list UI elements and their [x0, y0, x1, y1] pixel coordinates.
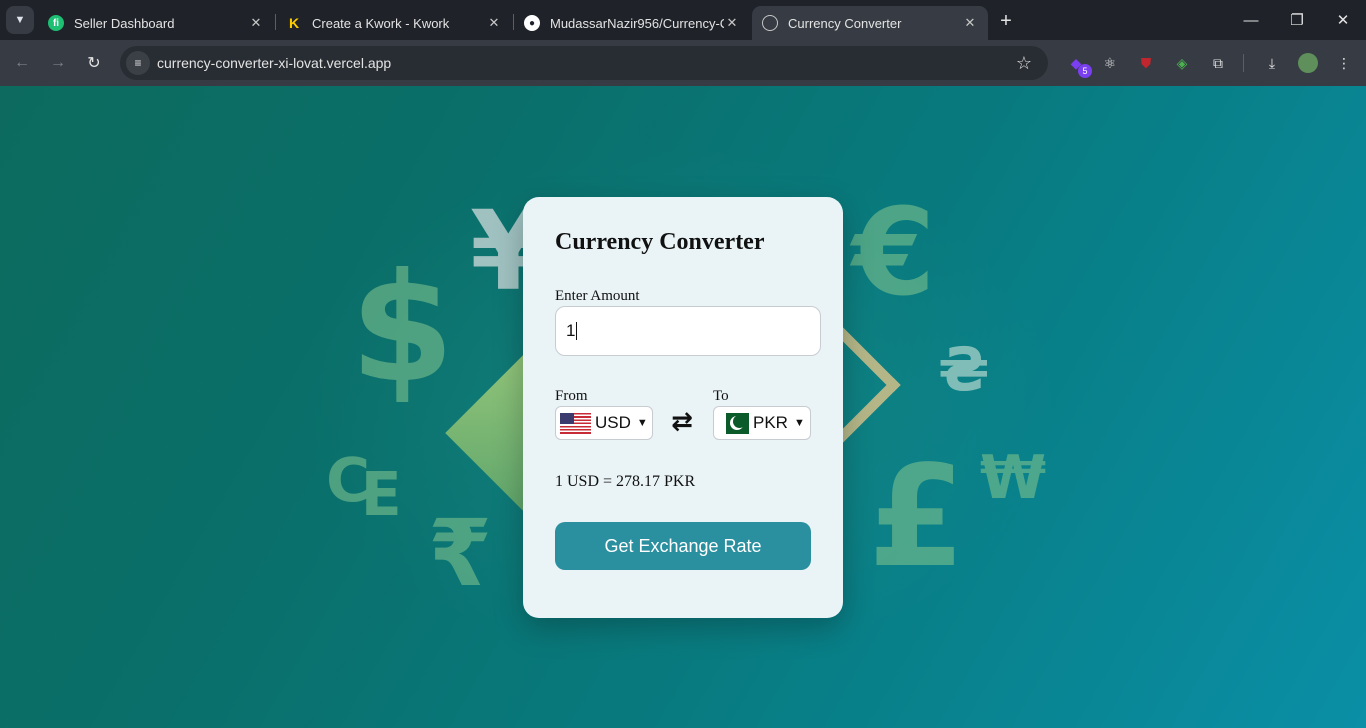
tab-title: MudassarNazir956/Currency-Co: [550, 15, 724, 31]
from-currency-select[interactable]: USD ▼: [555, 406, 653, 440]
chevron-down-icon: ▼: [14, 14, 26, 26]
restore-icon: ❐: [1290, 12, 1304, 29]
extensions-menu-button[interactable]: ⧉: [1206, 51, 1230, 75]
arrow-right-icon: →: [50, 54, 66, 71]
github-icon: ●: [524, 15, 540, 31]
from-label: From: [555, 388, 588, 404]
dollar-symbol-icon: $: [350, 242, 455, 416]
globe-icon: [762, 15, 778, 31]
tab-currency-converter[interactable]: Currency Converter ✕: [752, 6, 988, 40]
tab-seller-dashboard[interactable]: fi Seller Dashboard ✕: [38, 6, 274, 40]
reload-icon: ↻: [87, 55, 101, 72]
tab-search-button[interactable]: ▼: [6, 6, 34, 34]
tab-strip: ▼ fi Seller Dashboard ✕ K Create a Kwork…: [0, 0, 1366, 40]
profile-button[interactable]: [1296, 51, 1320, 75]
hryvnia-symbol-icon: ₴: [938, 335, 990, 405]
chevron-down-icon: ▼: [793, 417, 805, 429]
download-icon: ⤓: [1268, 54, 1276, 71]
amount-input[interactable]: 1: [555, 306, 821, 356]
close-icon[interactable]: ✕: [962, 15, 978, 31]
react-icon: ⚛: [1103, 54, 1117, 71]
rupee-symbol-icon: ₹: [428, 500, 493, 607]
to-label: To: [713, 388, 729, 404]
puzzle-icon: ⧉: [1213, 54, 1223, 71]
tab-title: Create a Kwork - Kwork: [312, 15, 450, 31]
page-title: Currency Converter: [555, 229, 765, 255]
us-flag-icon: [560, 412, 591, 434]
fiverr-icon: fi: [48, 15, 64, 31]
close-icon: ✕: [1336, 12, 1350, 29]
to-currency-select[interactable]: PKR ▼: [713, 406, 811, 440]
from-currency-value: USD: [595, 413, 631, 432]
pound-symbol-icon: £: [868, 436, 966, 599]
converter-card: Currency Converter Enter Amount 1 From U…: [523, 197, 843, 618]
amount-value: 1: [566, 321, 576, 340]
to-currency-value: PKR: [753, 413, 788, 432]
extension-badge: 5: [1078, 64, 1092, 78]
back-button[interactable]: ←: [8, 49, 36, 77]
palette-icon: ◈: [1176, 54, 1188, 71]
close-icon[interactable]: ✕: [724, 15, 740, 31]
minimize-icon: —: [1243, 11, 1259, 29]
toolbar-divider: [1243, 54, 1244, 72]
tab-kwork[interactable]: K Create a Kwork - Kwork ✕: [276, 6, 512, 40]
extension-button[interactable]: ◆ 5: [1064, 51, 1092, 78]
close-icon[interactable]: ✕: [486, 15, 502, 31]
close-icon[interactable]: ✕: [248, 15, 264, 31]
react-devtools-button[interactable]: ⚛: [1098, 51, 1122, 75]
arrow-left-icon: ←: [14, 54, 30, 71]
more-vertical-icon: ⋮: [1337, 54, 1351, 71]
chevron-down-icon: ▼: [636, 417, 648, 429]
downloads-button[interactable]: ⤓: [1260, 51, 1284, 75]
euro-currency-sign-icon: ₠: [326, 441, 401, 534]
ublock-button[interactable]: ⛊: [1134, 51, 1158, 75]
tab-title: Currency Converter: [788, 15, 902, 31]
browser-toolbar: ← → ↻ ≡ currency-converter-xi-lovat.verc…: [0, 40, 1366, 86]
amount-label: Enter Amount: [555, 288, 640, 304]
close-window-button[interactable]: ✕: [1320, 6, 1366, 34]
get-exchange-rate-button[interactable]: Get Exchange Rate: [555, 522, 811, 570]
address-bar[interactable]: ≡ currency-converter-xi-lovat.vercel.app…: [120, 46, 1048, 80]
forward-button[interactable]: →: [44, 49, 72, 77]
text-caret: [576, 322, 578, 340]
browser-menu-button[interactable]: ⋮: [1332, 51, 1356, 75]
euro-symbol-icon: €: [852, 184, 936, 323]
new-tab-button[interactable]: +: [994, 9, 1018, 33]
kwork-icon: K: [288, 15, 300, 31]
swap-icon[interactable]: ⇄: [668, 407, 696, 437]
exchange-result: 1 USD = 278.17 PKR: [555, 473, 696, 490]
won-symbol-icon: ₩: [980, 443, 1047, 513]
tab-github[interactable]: ● MudassarNazir956/Currency-Co ✕: [514, 6, 750, 40]
plus-icon: +: [1000, 9, 1012, 32]
site-info-icon[interactable]: ≡: [126, 51, 150, 75]
url-text[interactable]: currency-converter-xi-lovat.vercel.app: [157, 55, 1010, 71]
avatar: [1298, 53, 1318, 73]
restore-button[interactable]: ❐: [1274, 6, 1320, 34]
tab-title: Seller Dashboard: [74, 15, 175, 31]
bookmark-star-icon[interactable]: ☆: [1010, 49, 1038, 77]
minimize-button[interactable]: —: [1228, 6, 1274, 34]
page-background: $ ¥ € ₴ ₠ ₹ £ ₩ Currency Converter Enter…: [0, 86, 1366, 728]
reload-button[interactable]: ↻: [80, 49, 108, 77]
pakistan-flag-icon: [718, 412, 749, 434]
shield-icon: ⛊: [1140, 54, 1152, 71]
extension-button-colorful[interactable]: ◈: [1170, 51, 1194, 75]
